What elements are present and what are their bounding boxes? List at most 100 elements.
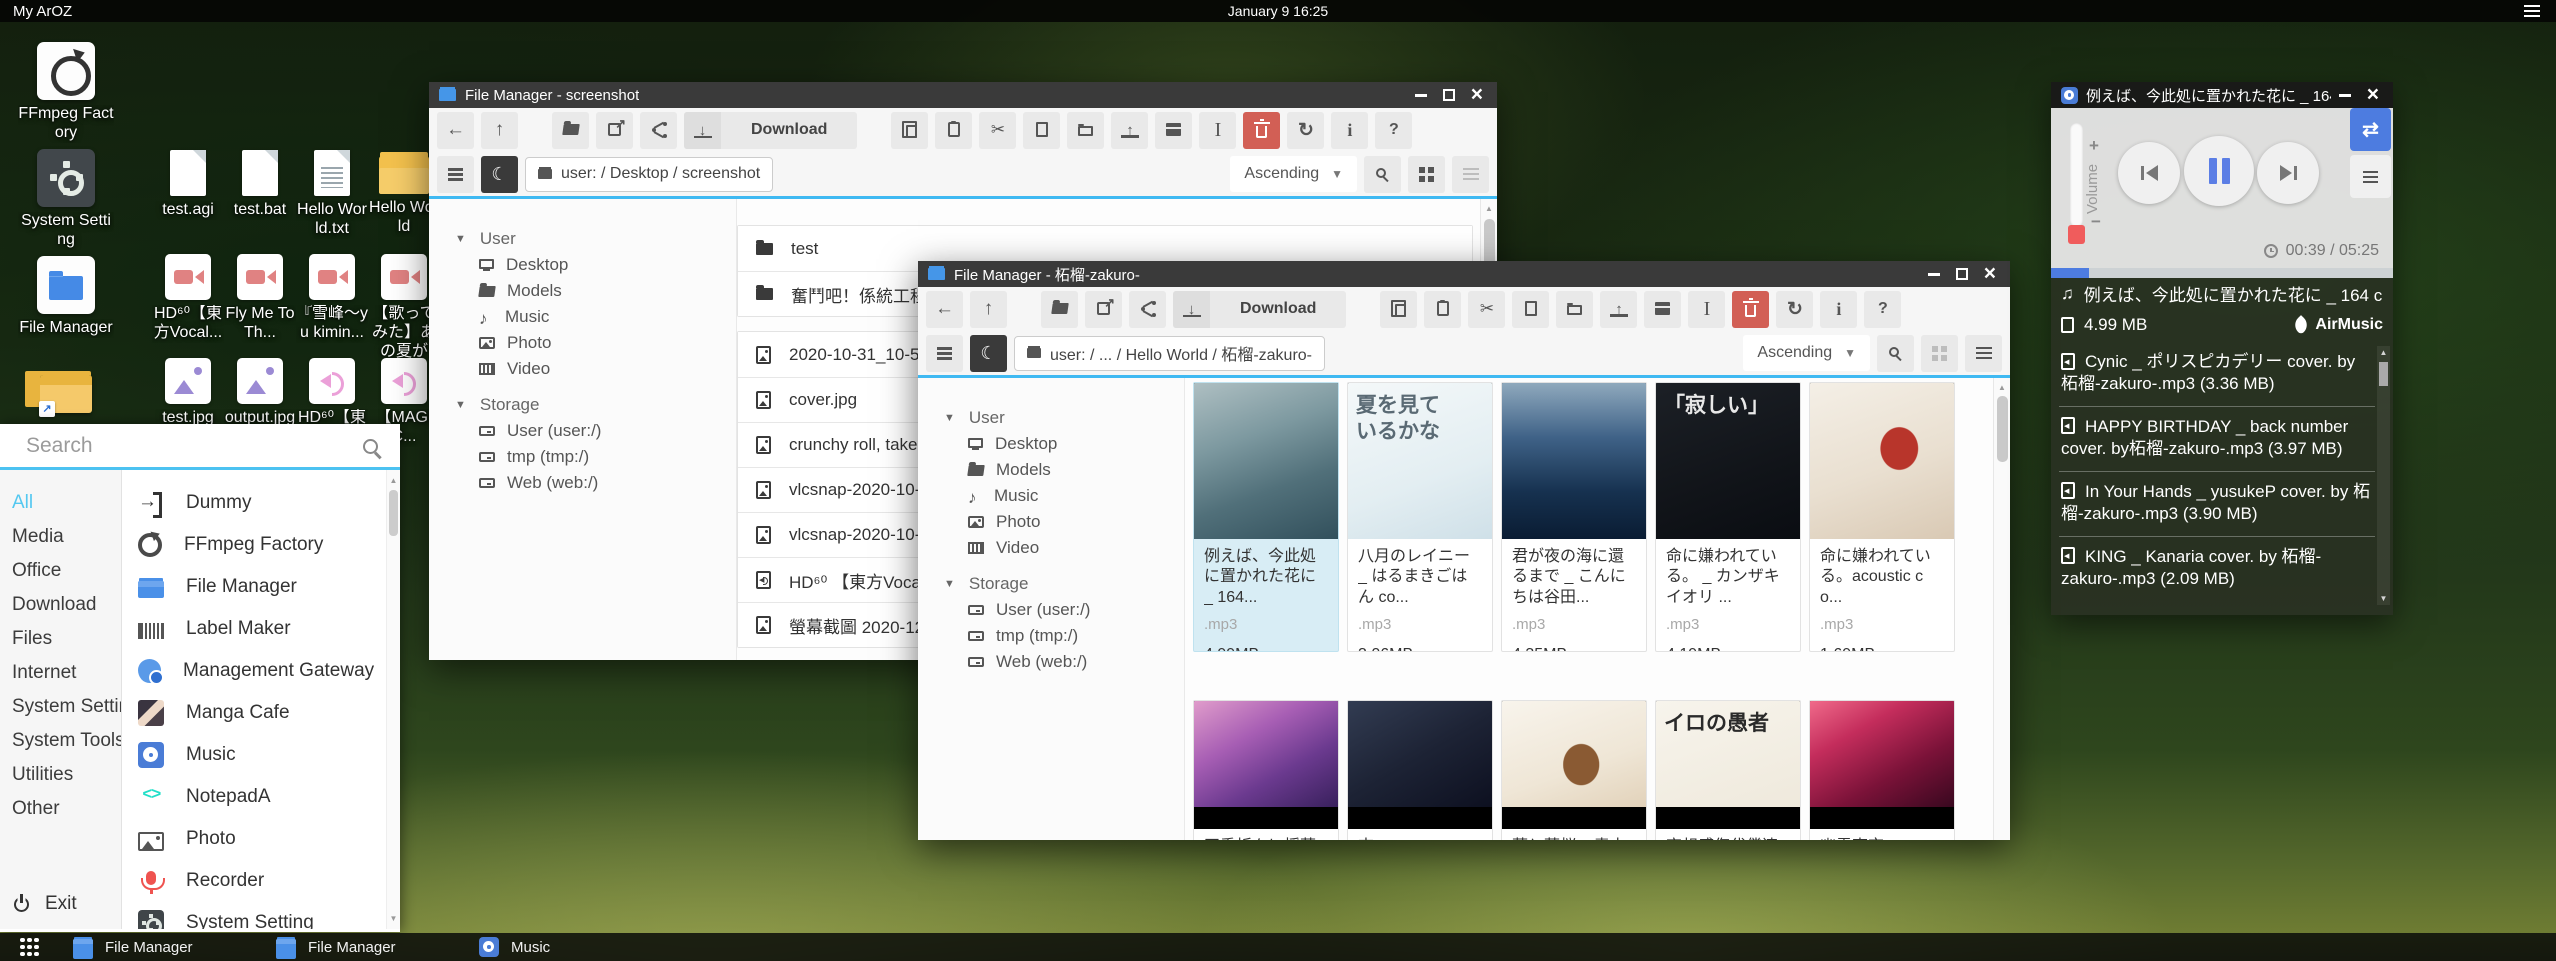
- hamburger-menu-icon[interactable]: [2524, 5, 2540, 7]
- desktop-file[interactable]: Fly Me To Th...: [224, 254, 296, 358]
- sort-dropdown[interactable]: Ascending ▼: [1743, 335, 1870, 371]
- back-button[interactable]: [926, 291, 963, 328]
- music-file-card[interactable]: 四季折々に揺蕩い: [1193, 700, 1339, 840]
- app-list-item[interactable]: Management Gateway: [122, 650, 400, 692]
- scroll-down-icon[interactable]: ▼: [387, 914, 400, 923]
- category-item[interactable]: Office: [0, 554, 121, 588]
- playlist-item[interactable]: Cynic _ ポリスピカデリー cover. by 柘榴-zakuro-.mp…: [2059, 342, 2375, 406]
- open-button[interactable]: [552, 112, 589, 149]
- help-button[interactable]: [1375, 112, 1412, 149]
- music-file-card[interactable]: 君が夜の海に還るまで _ こんにちは谷田... .mp3 4.35MB: [1501, 382, 1647, 652]
- archive-button[interactable]: [1644, 291, 1681, 328]
- cut-button[interactable]: [979, 112, 1016, 149]
- taskbar-item[interactable]: Music: [479, 936, 682, 959]
- delete-button[interactable]: [1732, 291, 1769, 328]
- sidebar-group-header[interactable]: ▼ Storage: [455, 391, 736, 418]
- volume-up[interactable]: +: [2089, 136, 2099, 156]
- category-item[interactable]: Internet: [0, 656, 121, 690]
- desktop-shortcut[interactable]: System Setting: [18, 149, 114, 256]
- music-file-card[interactable]: 例えば、今此処に置かれた花に _ 164... .mp3 4.99MB: [1193, 382, 1339, 652]
- maximize-button[interactable]: [1956, 268, 1968, 280]
- app-launcher-button[interactable]: [20, 938, 39, 957]
- category-item[interactable]: Download: [0, 588, 121, 622]
- app-list-item[interactable]: Recorder: [122, 860, 400, 902]
- close-button[interactable]: ×: [2367, 85, 2379, 105]
- close-button[interactable]: ×: [1984, 264, 1996, 284]
- category-item[interactable]: System Tools: [0, 724, 121, 758]
- sidebar-item[interactable]: Desktop: [455, 252, 736, 278]
- desktop-shortcut[interactable]: File Manager: [18, 256, 114, 363]
- volume-down[interactable]: −: [2091, 212, 2101, 232]
- help-button[interactable]: [1864, 291, 1901, 328]
- category-item[interactable]: All: [0, 486, 121, 520]
- playlist-item[interactable]: In Your Hands _ yusukeP cover. by 柘榴-zak…: [2059, 471, 2375, 536]
- volume-slider-handle[interactable]: [2068, 225, 2085, 244]
- sidebar-group-header[interactable]: ▼ User: [455, 225, 736, 252]
- delete-button[interactable]: [1243, 112, 1280, 149]
- sidebar-item[interactable]: tmp (tmp:/): [455, 444, 736, 470]
- app-list-scrollbar[interactable]: ▲ ▼: [386, 470, 400, 929]
- dark-mode-button[interactable]: [481, 156, 518, 193]
- new-file-button[interactable]: [1023, 112, 1060, 149]
- copy-button[interactable]: [891, 112, 928, 149]
- share-button[interactable]: [640, 112, 677, 149]
- music-file-card[interactable]: 夏を見て いるかな 八月のレイニー _ はるまきごはん co... .mp3 3…: [1347, 382, 1493, 652]
- music-file-card[interactable]: 幽霊東京 _ Ayase: [1809, 700, 1955, 840]
- cut-button[interactable]: [1468, 291, 1505, 328]
- app-list-item[interactable]: File Manager: [122, 566, 400, 608]
- sidebar-item[interactable]: Video: [944, 535, 1184, 561]
- new-folder-button[interactable]: [1556, 291, 1593, 328]
- sidebar-item[interactable]: Music: [944, 483, 1184, 509]
- scroll-up-icon[interactable]: ▲: [1481, 204, 1497, 213]
- app-list-item[interactable]: Label Maker: [122, 608, 400, 650]
- app-list-item[interactable]: Music: [122, 734, 400, 776]
- app-list-item[interactable]: FFmpeg Factory: [122, 524, 400, 566]
- desktop-file[interactable]: 『雪峰～yu kimin...: [296, 254, 368, 358]
- app-list-item[interactable]: Dummy: [122, 482, 400, 524]
- playlist-item[interactable]: KING _ Kanaria cover. by 柘榴-zakuro-.mp3 …: [2059, 536, 2375, 601]
- maximize-button[interactable]: [1443, 89, 1455, 101]
- desktop-file[interactable]: test.agi: [152, 150, 224, 254]
- refresh-button[interactable]: [1776, 291, 1813, 328]
- desktop-file[interactable]: HD⁶⁰【東方Vocal...: [152, 254, 224, 358]
- sidebar-group-header[interactable]: ▼ Storage: [944, 570, 1184, 597]
- search-button[interactable]: [1364, 156, 1401, 193]
- scroll-up-icon[interactable]: ▲: [1994, 383, 2010, 392]
- repeat-button[interactable]: [2350, 108, 2391, 151]
- sidebar-item[interactable]: Web (web:/): [944, 649, 1184, 675]
- menu-button[interactable]: [926, 335, 963, 372]
- app-list-item[interactable]: Photo: [122, 818, 400, 860]
- archive-button[interactable]: [1155, 112, 1192, 149]
- info-button[interactable]: [1331, 112, 1368, 149]
- upload-button[interactable]: [1111, 112, 1148, 149]
- sidebar-group-header[interactable]: ▼ User: [944, 404, 1184, 431]
- playlist-scrollbar[interactable]: ▲ ▼: [2377, 346, 2390, 605]
- sidebar-item[interactable]: tmp (tmp:/): [944, 623, 1184, 649]
- exit-button[interactable]: Exit: [14, 893, 77, 915]
- info-button[interactable]: [1820, 291, 1857, 328]
- search-button[interactable]: [1877, 335, 1914, 372]
- scroll-up-icon[interactable]: ▲: [2377, 348, 2390, 357]
- category-item[interactable]: Media: [0, 520, 121, 554]
- up-button[interactable]: [481, 112, 518, 149]
- sidebar-item[interactable]: Photo: [455, 330, 736, 356]
- minimize-button[interactable]: [1415, 94, 1427, 97]
- sidebar-item[interactable]: Photo: [944, 509, 1184, 535]
- open-in-new-button[interactable]: [596, 112, 633, 149]
- new-file-button[interactable]: [1512, 291, 1549, 328]
- category-item[interactable]: Utilities: [0, 758, 121, 792]
- music-file-card[interactable]: 吉 _ HarryP cover: [1347, 700, 1493, 840]
- breadcrumb[interactable]: user: / Desktop / screenshot: [525, 157, 773, 192]
- previous-track-button[interactable]: [2118, 142, 2180, 204]
- sidebar-item[interactable]: User (user:/): [455, 418, 736, 444]
- sidebar-item[interactable]: Music: [455, 304, 736, 330]
- title-bar[interactable]: File Manager - screenshot ×: [429, 82, 1497, 108]
- sidebar-item[interactable]: User (user:/): [944, 597, 1184, 623]
- list-view-button[interactable]: [1965, 335, 2002, 372]
- sidebar-item[interactable]: Desktop: [944, 431, 1184, 457]
- music-file-card[interactable]: 「寂しい」 命に嫌われている。 _ カンザキイオリ ... .mp3 4.19M…: [1655, 382, 1801, 652]
- copy-button[interactable]: [1380, 291, 1417, 328]
- share-button[interactable]: [1129, 291, 1166, 328]
- list-view-button[interactable]: [1452, 156, 1489, 193]
- sort-dropdown[interactable]: Ascending ▼: [1230, 156, 1357, 192]
